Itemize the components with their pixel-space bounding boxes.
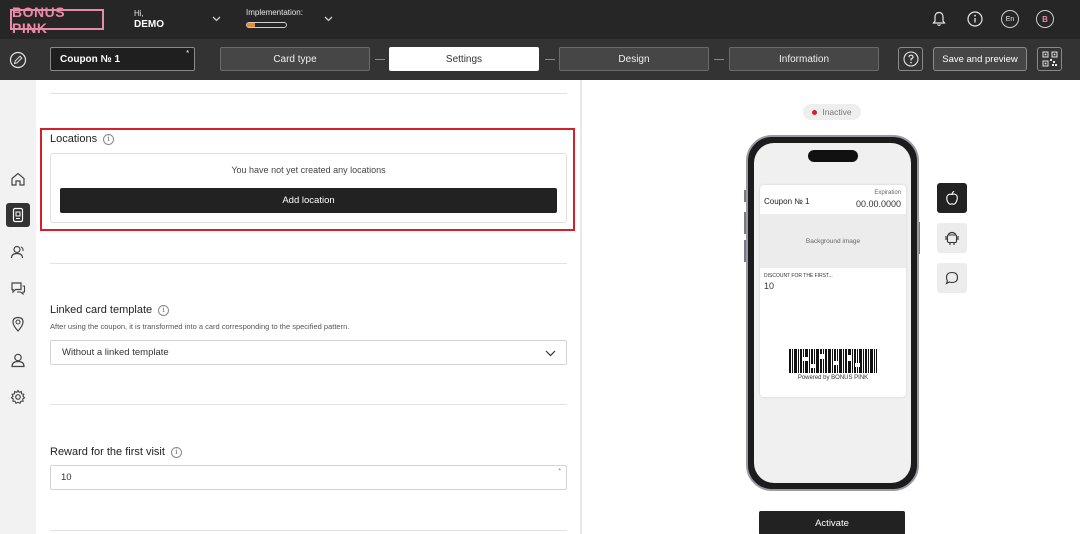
save-and-preview-button[interactable]: Save and preview [933,47,1027,71]
add-location-button[interactable]: Add location [60,188,557,213]
divider [50,263,567,264]
implementation-chevron-icon[interactable] [323,14,333,24]
locations-info-icon[interactable]: i [103,133,115,145]
locations-empty-text: You have not yet created any locations [231,165,386,175]
coupon-name-value: Coupon № 1 [60,54,121,65]
avatar[interactable]: B [1036,10,1054,28]
locations-title: Locations i [50,133,115,145]
step-design[interactable]: Design [559,47,709,71]
pass-name: Coupon № 1 [764,197,810,206]
step-separator [375,59,385,60]
left-sidebar [0,80,36,534]
reward-input[interactable]: 10 * [50,465,567,490]
user-menu-chevron-icon[interactable] [211,14,221,24]
linked-template-info-icon[interactable]: i [158,304,170,316]
help-button[interactable] [898,47,923,71]
divider [50,530,567,531]
wallet-pass: Coupon № 1 Expiration 00.00.0000 Backgro… [760,185,906,397]
pass-background-image: Background image [760,214,906,268]
pass-discount-label: DISCOUNT FOR THE FIRST... [764,273,833,279]
phone-mockup: Coupon № 1 Expiration 00.00.0000 Backgro… [746,135,919,491]
linked-template-title-text: Linked card template [50,304,153,316]
pass-expiration-label: Expiration [874,190,901,196]
activate-button[interactable]: Activate [759,511,905,534]
step-card-type[interactable]: Card type [220,47,370,71]
step-information[interactable]: Information [729,47,879,71]
locations-box: You have not yet created any locations A… [50,153,567,223]
language-switcher[interactable]: En [1001,10,1019,28]
reward-info-icon[interactable]: i [170,446,182,458]
linked-template-select[interactable]: Without a linked template [50,340,567,365]
messages-icon[interactable] [6,276,30,300]
qr-code-button[interactable] [1037,47,1062,71]
android-icon[interactable] [937,223,967,253]
reward-title: Reward for the first visit i [50,446,182,458]
brand-logo[interactable]: BONUS PINK [10,4,104,36]
qr-code-icon [1042,51,1057,67]
implementation-label: Implementation: [246,8,303,17]
pass-powered-by: Powered by BONUS PINK [797,375,869,381]
status-text: Inactive [822,107,852,117]
user-name[interactable]: DEMO [134,19,164,30]
locations-title-text: Locations [50,133,98,145]
required-mark: * [558,468,561,475]
implementation-progress-bar [246,22,287,28]
pass-expiration-value: 00.00.0000 [855,199,901,209]
reward-value: 10 [61,472,72,483]
question-icon [902,51,919,67]
info-icon[interactable] [966,10,984,28]
implementation-progress-fill [247,23,255,27]
phone-screen: Coupon № 1 Expiration 00.00.0000 Backgro… [754,143,911,483]
cards-icon[interactable] [6,203,30,227]
chevron-down-icon [545,349,556,360]
linked-template-title: Linked card template i [50,304,170,316]
divider [50,93,567,94]
linked-template-value: Without a linked template [62,347,169,358]
barcode [789,349,877,373]
coupon-name-input[interactable]: Coupon № 1 * [50,47,195,71]
gear-icon[interactable] [6,385,30,409]
status-dot [812,109,818,115]
location-pin-icon[interactable] [6,312,30,336]
chat-bubble-icon[interactable] [937,263,967,293]
phone-notch [808,150,858,162]
required-mark: * [186,50,189,57]
home-icon[interactable] [6,167,30,191]
divider [50,404,567,405]
step-settings[interactable]: Settings [389,47,539,71]
reward-title-text: Reward for the first visit [50,446,165,458]
settings-panel: Locations i You have not yet created any… [36,80,582,534]
edit-pen-icon[interactable] [9,51,27,69]
status-badge: Inactive [803,104,861,120]
step-separator [714,59,724,60]
apple-icon[interactable] [937,183,967,213]
step-separator [545,59,555,60]
linked-template-description: After using the coupon, it is transforme… [50,322,350,331]
bell-icon[interactable] [930,10,948,28]
clients-icon[interactable] [6,240,30,264]
greeting-label: Hi, [134,9,144,18]
profile-icon[interactable] [6,348,30,372]
pass-discount-value: 10 [764,281,775,291]
